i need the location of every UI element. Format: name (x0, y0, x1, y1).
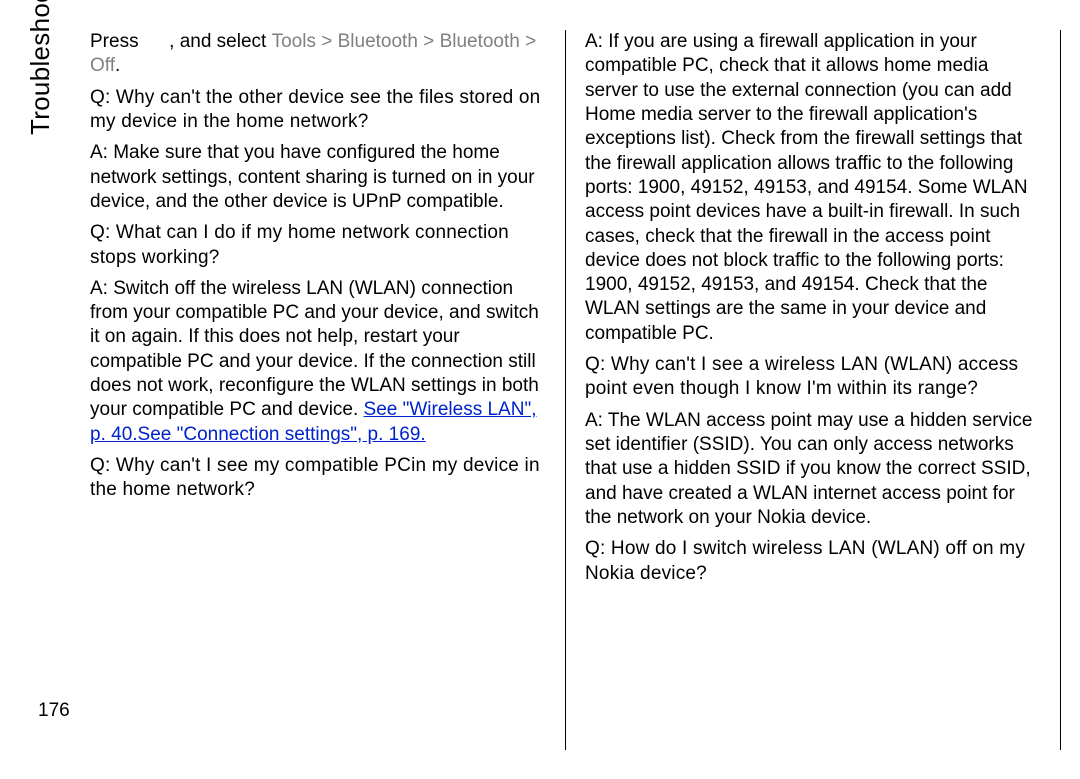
section-label: Troubleshooting (24, 0, 57, 135)
link-connection-settings[interactable]: See "Connection settings", p. 169. (138, 424, 426, 445)
page-number: 176 (38, 699, 70, 723)
menu-sep: > (520, 31, 536, 52)
menu-off: Off (90, 55, 115, 76)
instruction-bluetooth-off: Press , and select Tools > Bluetooth > B… (90, 30, 545, 79)
menu-key-icon (144, 35, 164, 47)
text-columns: Press , and select Tools > Bluetooth > B… (90, 30, 1040, 750)
question-5: Q: How do I switch wireless LAN (WLAN) o… (585, 537, 1040, 586)
menu-sep: > (316, 31, 338, 52)
menu-tools: Tools (272, 31, 316, 52)
question-1: Q: Why can't the other device see the fi… (90, 86, 545, 135)
text-andselect: , and select (164, 31, 272, 52)
menu-sep: > (418, 31, 440, 52)
menu-bluetooth: Bluetooth (338, 31, 418, 52)
question-4: Q: Why can't I see a wireless LAN (WLAN)… (585, 353, 1040, 402)
menu-bluetooth2: Bluetooth (440, 31, 520, 52)
text-press: Press (90, 31, 144, 52)
question-2: Q: What can I do if my home network conn… (90, 221, 545, 270)
text-period: . (115, 55, 120, 76)
question-3: Q: Why can't I see my compatible PCin my… (90, 454, 545, 503)
answer-2: A: Switch off the wireless LAN (WLAN) co… (90, 277, 545, 447)
document-page: Troubleshooting 176 Press , and select T… (0, 0, 1080, 779)
answer-4: A: The WLAN access point may use a hidde… (585, 409, 1040, 531)
answer-3: A: If you are using a firewall applicati… (585, 30, 1040, 346)
answer-1: A: Make sure that you have configured th… (90, 141, 545, 214)
